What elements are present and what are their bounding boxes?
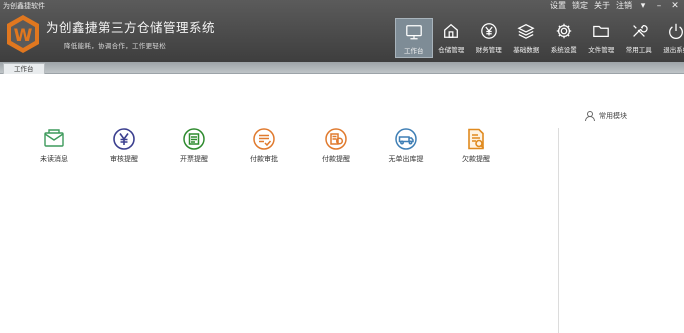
window-controls: 设置 锁定 关于 注销 ▾ – ✕ (550, 0, 680, 11)
nav-label: 基础数据 (513, 46, 540, 54)
quick-item-label: 付款提醒 (322, 155, 350, 163)
nav-item-system-settings[interactable]: 系统设置 (545, 18, 583, 58)
nav-item-finance[interactable]: 财务管理 (470, 18, 508, 58)
logo-icon: W (7, 15, 39, 53)
quick-item-unread-messages[interactable]: 未读消息 (24, 127, 84, 164)
power-icon (669, 23, 684, 40)
quick-item-no-order-outbound[interactable]: 无单出库提 (376, 127, 436, 164)
common-modules-header[interactable]: 常用模块 (584, 110, 627, 122)
nav-item-tools[interactable]: 常用工具 (620, 18, 658, 58)
window-title: 为创鑫捷软件 (3, 2, 45, 10)
quick-item-payment-reminder[interactable]: 付款提醒 (306, 127, 366, 164)
app-window: 为创鑫捷软件 设置 锁定 关于 注销 ▾ – ✕ W 为创鑫捷第三方仓储管理系统… (0, 0, 684, 333)
quick-item-debt-reminder[interactable]: 欠款提醒 (446, 127, 506, 164)
close-icon[interactable]: ✕ (670, 1, 680, 11)
workbench-content: 未读消息 审核提醒 开票提醒 付款审批 付款提醒 无单出库提 欠款提醒 常用模块 (0, 75, 684, 333)
nav-item-warehouse[interactable]: 仓储管理 (433, 18, 471, 58)
quick-item-audit-reminder[interactable]: 审核提醒 (94, 127, 154, 164)
nav-label: 工作台 (404, 47, 424, 55)
nav-item-exit[interactable]: 退出系统 (658, 18, 684, 58)
warehouse-icon (444, 23, 459, 38)
tab-strip: 工作台 (0, 62, 684, 74)
quick-item-label: 未读消息 (40, 155, 68, 163)
yen-circle-icon (113, 128, 135, 150)
nav-label: 仓储管理 (438, 46, 465, 54)
nav-item-basic-data[interactable]: 基础数据 (508, 18, 546, 58)
folder-icon (593, 25, 610, 38)
debt-document-icon (468, 128, 485, 150)
nav-label: 文件管理 (588, 46, 615, 54)
main-nav: 工作台 仓储管理 财务管理 基础数据 系统设置 文件管理 常用工具 退出系 (395, 18, 684, 58)
brand-title: 为创鑫捷第三方仓储管理系统 (46, 20, 216, 35)
layers-icon (517, 23, 535, 39)
yen-icon (480, 23, 497, 39)
header-bar: 为创鑫捷软件 设置 锁定 关于 注销 ▾ – ✕ W 为创鑫捷第三方仓储管理系统… (0, 0, 684, 62)
monitor-icon (405, 25, 422, 40)
quick-item-label: 开票提醒 (180, 155, 208, 163)
user-icon (585, 111, 595, 122)
nav-label: 常用工具 (625, 46, 652, 54)
settings-link[interactable]: 设置 (550, 0, 566, 11)
quick-item-payment-approval[interactable]: 付款审批 (234, 127, 294, 164)
quick-item-label: 无单出库提 (388, 155, 424, 163)
nav-item-workbench[interactable]: 工作台 (395, 18, 433, 58)
panel-divider (558, 128, 559, 333)
brand-slogan: 降低能耗，协调合作，工作更轻松 (64, 42, 166, 50)
quick-item-label: 付款审批 (250, 155, 278, 163)
quick-item-label: 欠款提醒 (462, 155, 490, 163)
logout-link[interactable]: 注销 (616, 0, 632, 11)
menu-icon[interactable]: ▾ (638, 1, 648, 11)
nav-item-file-management[interactable]: 文件管理 (583, 18, 621, 58)
payment-approval-icon (253, 128, 275, 150)
nav-label: 财务管理 (475, 46, 502, 54)
nav-label: 退出系统 (663, 46, 684, 54)
minimize-icon[interactable]: – (654, 1, 664, 11)
about-link[interactable]: 关于 (594, 0, 610, 11)
payment-reminder-icon (325, 128, 347, 150)
nav-label: 系统设置 (550, 46, 577, 54)
quick-item-invoice-reminder[interactable]: 开票提醒 (164, 127, 224, 164)
quick-item-label: 审核提醒 (110, 155, 138, 163)
logo-letter: W (14, 26, 33, 46)
truck-icon (395, 128, 417, 150)
tools-icon (632, 24, 648, 37)
common-modules-label: 常用模块 (599, 112, 627, 120)
invoice-icon (183, 128, 205, 150)
lock-link[interactable]: 锁定 (572, 0, 588, 11)
gear-icon (556, 23, 571, 39)
tab-workbench[interactable]: 工作台 (3, 63, 45, 74)
mail-icon (44, 129, 64, 147)
